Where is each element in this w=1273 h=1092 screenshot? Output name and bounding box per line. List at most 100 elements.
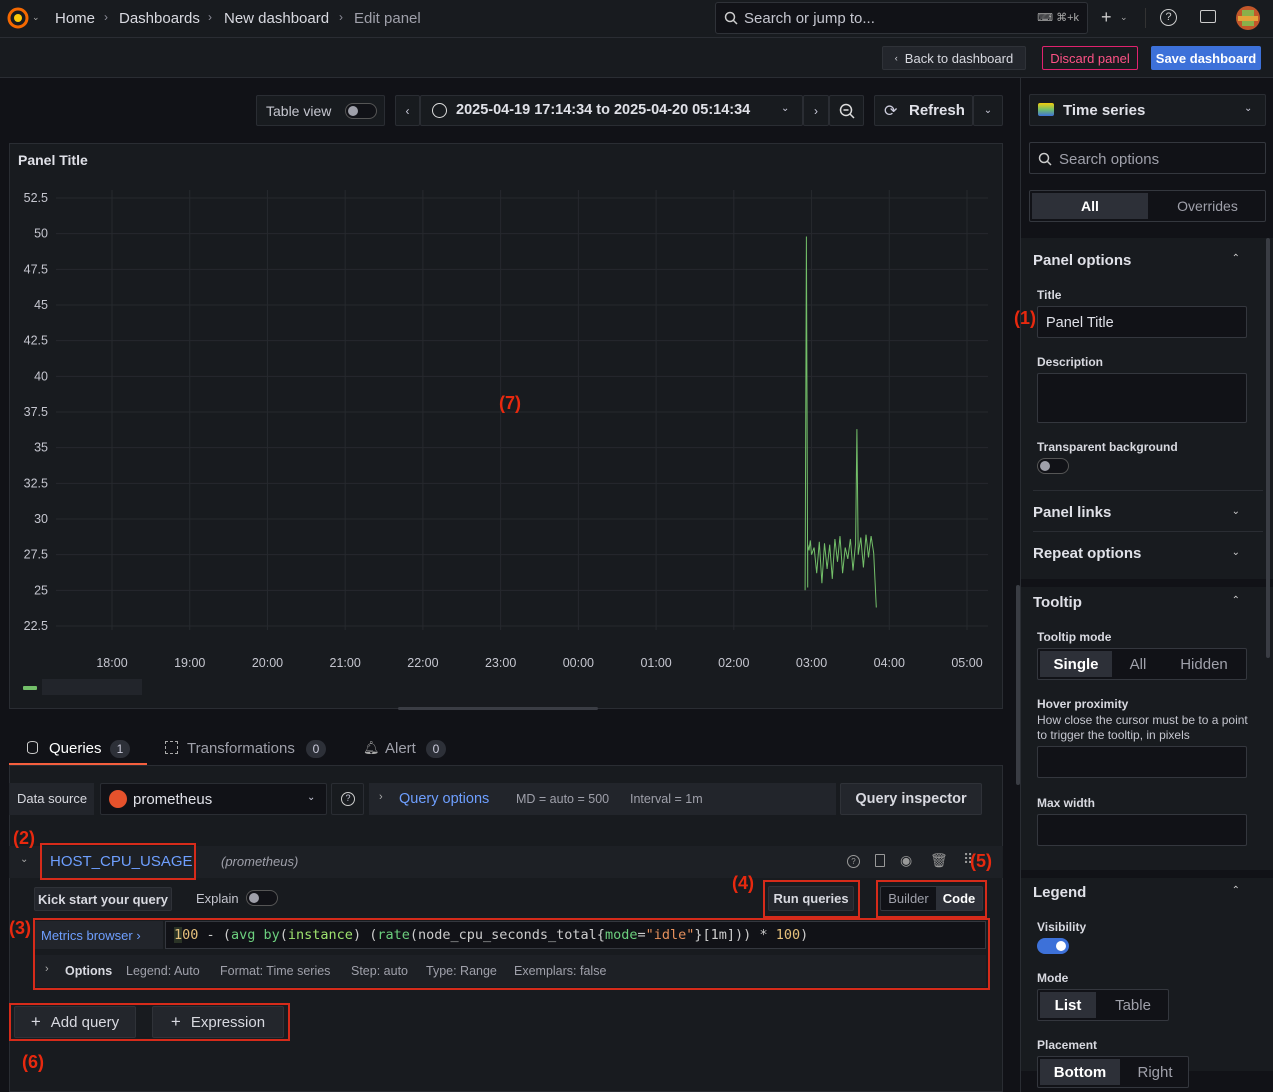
legend-placement-right[interactable]: Right <box>1122 1057 1188 1087</box>
chevron-down-icon: ⌄ <box>1244 103 1253 114</box>
kick-start-query-button[interactable]: Kick start your query <box>34 887 172 911</box>
explain-toggle[interactable] <box>246 890 278 906</box>
title-input[interactable]: Panel Title <box>1037 306 1247 338</box>
collapse-chevron-icon[interactable]: ⌄ <box>20 854 28 865</box>
table-view-switch[interactable] <box>345 103 377 119</box>
legend-header[interactable]: Legend <box>1033 884 1086 901</box>
delete-query-trash-icon[interactable]: 🗑︎ <box>930 852 948 869</box>
tab-overrides[interactable]: Overrides <box>1150 191 1265 221</box>
breadcrumb-separator-icon: › <box>208 10 212 24</box>
kiosk-mode-icon[interactable] <box>1200 10 1216 23</box>
add-query-button[interactable]: + Add query <box>14 1006 136 1038</box>
avatar[interactable] <box>1236 6 1260 30</box>
query-options-link[interactable]: Query options <box>399 791 489 807</box>
plus-icon: + <box>30 1012 41 1031</box>
max-width-input[interactable] <box>1037 814 1247 846</box>
panel-options-header[interactable]: Panel options <box>1033 252 1131 269</box>
max-datapoints-info: MD = auto = 500 <box>516 792 610 806</box>
tab-queries-label: Queries <box>49 740 102 757</box>
time-shift-forward-button[interactable]: › <box>803 95 829 126</box>
search-icon <box>724 11 738 25</box>
chevron-up-icon[interactable]: ⌃ <box>1232 595 1240 606</box>
query-options-bar[interactable]: › Query options MD = auto = 500 Interval… <box>369 783 836 815</box>
legend-item[interactable] <box>42 679 142 695</box>
query-options-row[interactable]: › Options Legend: Auto Format: Time seri… <box>35 955 986 987</box>
discard-panel-button[interactable]: Discard panel <box>1042 46 1138 70</box>
refresh-button[interactable]: ⟳ Refresh <box>874 95 973 126</box>
table-view-label: Table view <box>266 103 332 119</box>
table-view-toggle[interactable]: Table view <box>256 95 385 126</box>
chevron-up-icon[interactable]: ⌃ <box>1232 885 1240 896</box>
legend-placement-bottom[interactable]: Bottom <box>1040 1059 1120 1085</box>
help-icon[interactable]: ? <box>1160 9 1177 26</box>
visualization-picker[interactable]: Time series ⌄ <box>1029 94 1266 126</box>
legend-mode-list[interactable]: List <box>1040 992 1096 1018</box>
help-icon[interactable]: ? <box>847 855 860 868</box>
tooltip-mode-single[interactable]: Single <box>1040 651 1112 677</box>
breadcrumb-new-dashboard[interactable]: New dashboard <box>224 10 329 27</box>
add-expression-button[interactable]: + Expression <box>152 1006 284 1038</box>
time-range-picker[interactable]: 2025-04-19 17:14:34 to 2025-04-20 05:14:… <box>420 95 803 126</box>
x-tick-label: 23:00 <box>485 656 516 670</box>
transparent-background-toggle[interactable] <box>1037 458 1069 474</box>
chevron-down-icon[interactable]: ⌄ <box>1232 506 1240 517</box>
new-plus-icon[interactable]: + <box>1101 7 1112 28</box>
x-tick-label: 02:00 <box>718 656 749 670</box>
annotation-2: (2) <box>13 828 35 848</box>
legend-mode-table[interactable]: Table <box>1098 990 1168 1020</box>
grafana-logo-icon[interactable] <box>6 6 30 30</box>
code-mode-button[interactable]: Code <box>936 887 982 910</box>
hover-proximity-description: How close the cursor must be to a point … <box>1037 713 1248 742</box>
annotation-7: (7) <box>499 393 521 413</box>
run-queries-button[interactable]: Run queries <box>768 886 854 911</box>
tab-all[interactable]: All <box>1032 193 1148 219</box>
save-dashboard-button[interactable]: Save dashboard <box>1151 46 1261 70</box>
breadcrumb-dashboards[interactable]: Dashboards <box>119 10 200 27</box>
search-options-input[interactable]: Search options <box>1029 142 1266 174</box>
time-range-label: 2025-04-19 17:14:34 to 2025-04-20 05:14:… <box>456 102 751 118</box>
editor-splitter[interactable] <box>1016 585 1020 785</box>
time-shift-back-button[interactable]: ‹ <box>395 95 420 126</box>
search-input[interactable]: Search or jump to... ⌨ ⌘+k <box>715 2 1088 34</box>
query-inspector-button[interactable]: Query inspector <box>840 783 982 815</box>
datasource-picker[interactable]: prometheus ⌄ <box>100 783 327 815</box>
datasource-help-button[interactable]: ? <box>331 783 364 815</box>
tooltip-mode-hidden[interactable]: Hidden <box>1162 649 1246 679</box>
chevron-down-icon[interactable]: ⌄ <box>1120 12 1128 23</box>
chevron-down-icon: ⌄ <box>781 103 790 114</box>
builder-mode-button[interactable]: Builder <box>881 887 936 910</box>
add-query-label: Add query <box>50 1013 120 1031</box>
breadcrumb-home[interactable]: Home <box>55 10 95 27</box>
panel-links-header[interactable]: Panel links <box>1033 504 1111 521</box>
tooltip-mode-all[interactable]: All <box>1114 649 1162 679</box>
chevron-down-icon: ⌄ <box>983 105 993 116</box>
sidebar-scrollbar[interactable] <box>1266 238 1270 658</box>
tooltip-header[interactable]: Tooltip <box>1033 594 1082 611</box>
y-tick-label: 50 <box>34 227 48 241</box>
zoom-out-button[interactable] <box>829 95 864 126</box>
description-textarea[interactable] <box>1037 373 1247 423</box>
x-tick-label: 19:00 <box>174 656 205 670</box>
legend-visibility-toggle[interactable] <box>1037 938 1069 954</box>
tab-alert[interactable]: 🔔︎ Alert 0 <box>359 734 454 765</box>
time-series-viz-icon <box>1038 103 1054 116</box>
chevron-down-icon[interactable]: ⌄ <box>32 12 40 23</box>
tab-transformations[interactable]: Transformations 0 <box>161 734 331 765</box>
tooltip-mode-radio: Single All Hidden <box>1037 648 1247 680</box>
promql-code-editor[interactable]: 100 - (avg by(instance) (rate(node_cpu_s… <box>165 921 986 949</box>
chevron-up-icon[interactable]: ⌃ <box>1232 253 1240 264</box>
hide-query-eye-icon[interactable]: ◉ <box>900 852 912 869</box>
repeat-options-header[interactable]: Repeat options <box>1033 545 1141 562</box>
resize-handle[interactable] <box>398 707 598 710</box>
annotation-6: (6) <box>22 1052 44 1072</box>
metrics-browser-button[interactable]: Metrics browser › <box>35 921 163 949</box>
back-to-dashboard-button[interactable]: ‹ Back to dashboard <box>882 46 1026 70</box>
refresh-interval-dropdown[interactable]: ⌄ <box>973 95 1003 126</box>
tab-queries[interactable]: Queries 1 <box>9 734 147 765</box>
hover-proximity-input[interactable] <box>1037 746 1247 778</box>
chevron-right-icon: › <box>45 963 49 975</box>
search-options-placeholder: Search options <box>1059 151 1160 168</box>
time-series-chart[interactable]: 52.5 50 47.5 45 42.5 40 37.5 35 32.5 30 27.5 25 22.5… <box>10 144 1004 710</box>
duplicate-query-icon[interactable] <box>875 854 885 867</box>
chevron-down-icon[interactable]: ⌄ <box>1232 547 1240 558</box>
